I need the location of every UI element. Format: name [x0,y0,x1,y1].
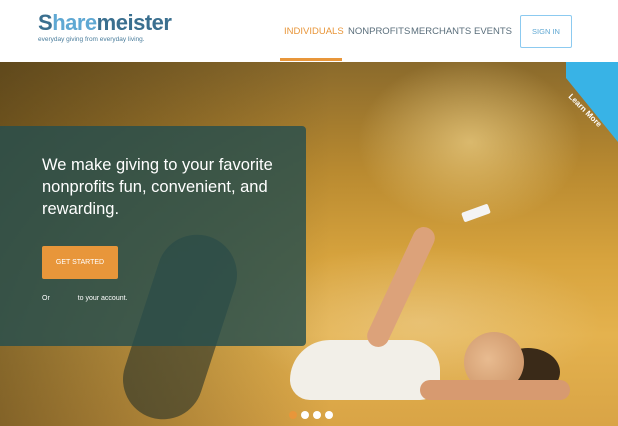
carousel-dot[interactable] [313,411,321,419]
nav-active-indicator [280,58,342,61]
logo-tagline: everyday giving from everyday living. [38,36,145,43]
nav-merchants[interactable]: MERCHANTS [411,26,471,37]
hero-photo-arm-lower [420,380,570,400]
carousel-dots [289,411,333,419]
nav-individuals[interactable]: INDIVIDUALS [284,26,344,37]
carousel-dot[interactable] [325,411,333,419]
hero-headline: We make giving to your favorite nonprofi… [42,156,273,218]
sign-in-button[interactable]: SIGN IN [520,15,572,48]
hero-photo-arm [363,223,439,351]
carousel-dot[interactable] [301,411,309,419]
get-started-button[interactable]: GET STARTED [42,246,118,279]
nav-nonprofits[interactable]: NONPROFITS [348,26,410,37]
login-prompt: Or to your account. [42,295,128,302]
site-header: Sharemeister everyday giving from everyd… [0,0,618,62]
login-prefix: Or [42,295,50,302]
nav-events[interactable]: EVENTS [474,26,512,37]
hero-photo-phone [461,203,491,223]
hero-photo-person [290,340,440,400]
login-suffix: to your account. [77,295,128,302]
carousel-dot[interactable] [289,411,297,419]
logo-wordmark: Sharemeister [38,10,172,35]
sharemeister-logo[interactable]: Sharemeister everyday giving from everyd… [38,10,172,44]
